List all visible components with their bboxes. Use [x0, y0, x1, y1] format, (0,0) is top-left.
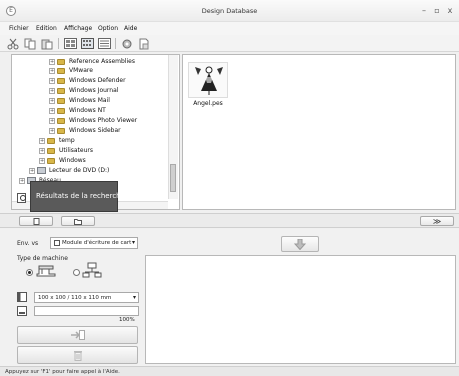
- toolbar: [0, 35, 459, 52]
- tree-item[interactable]: + Windows Mail: [49, 96, 110, 105]
- menu-bar: Fichier Edition Affichage Option Aide: [0, 22, 459, 35]
- folder-icon: [47, 157, 55, 164]
- hoop-size-select[interactable]: 100 x 100 / 110 x 110 mm ▾: [34, 292, 139, 303]
- expand-icon[interactable]: +: [49, 87, 55, 94]
- minimize-button[interactable]: –: [419, 6, 429, 16]
- tree-item[interactable]: + Utilisateurs: [39, 146, 93, 155]
- folder-icon: [57, 117, 65, 124]
- maximize-button[interactable]: ▫: [432, 6, 442, 16]
- folder-icon: [57, 77, 65, 84]
- close-button[interactable]: x: [445, 6, 455, 16]
- tree-item[interactable]: + Reference Assemblies: [49, 57, 135, 66]
- copy-icon[interactable]: [23, 37, 37, 50]
- file-name[interactable]: Angel.pes: [188, 100, 228, 107]
- expand-icon[interactable]: +: [39, 147, 45, 154]
- folder-icon: [47, 147, 55, 154]
- dvd-drive-icon: [37, 167, 46, 174]
- folder-icon: [57, 97, 65, 104]
- arrow-down-icon: [294, 238, 306, 250]
- toolbar-separator: [58, 38, 59, 49]
- cut-icon[interactable]: [6, 37, 20, 50]
- hoop-icon: [17, 292, 27, 302]
- card-icon: [33, 217, 39, 225]
- expand-icon[interactable]: +: [49, 77, 55, 84]
- card-writer-icon: [54, 240, 60, 246]
- tree-item[interactable]: + Windows Sidebar: [49, 126, 121, 135]
- properties-icon[interactable]: [120, 37, 134, 50]
- hoop-size-value: 100 x 100 / 110 x 110 mm: [38, 294, 112, 301]
- small-thumbnails-icon[interactable]: [80, 37, 94, 50]
- angel-embroidery-icon: [195, 66, 223, 95]
- module-select[interactable]: Module d'écriture de cart ▾: [50, 237, 138, 249]
- folder-icon: [47, 137, 55, 144]
- env-label: Env. vs: [17, 240, 39, 247]
- expand-icon[interactable]: +: [49, 127, 55, 134]
- machine-radio-embroidery[interactable]: [26, 269, 33, 276]
- trash-icon: [73, 351, 82, 361]
- collapse-button[interactable]: ≫: [420, 216, 454, 226]
- tree-scroll-thumb[interactable]: [170, 164, 176, 192]
- network-machine-icon[interactable]: [82, 262, 102, 279]
- tree-item[interactable]: + Windows: [39, 156, 86, 165]
- folder-open-icon: [74, 218, 82, 225]
- tooltip-text: Résultats de la recherche: [36, 192, 125, 200]
- menu-aide[interactable]: Aide: [124, 25, 137, 32]
- tree-item[interactable]: + Windows Journal: [49, 86, 118, 95]
- tree-item[interactable]: + Windows NT: [49, 106, 106, 115]
- status-text: Appuyez sur 'F1' pour faire appel à l'Ai…: [5, 369, 120, 375]
- write-to-card-icon: [70, 330, 85, 340]
- transfer-progress: [34, 306, 139, 316]
- expand-icon[interactable]: +: [49, 117, 55, 124]
- expand-icon[interactable]: +: [39, 137, 45, 144]
- title-bar: E Design Database – ▫ x: [0, 0, 459, 22]
- document-icon[interactable]: [137, 37, 151, 50]
- expand-icon[interactable]: +: [39, 157, 45, 164]
- folder-icon: [57, 67, 65, 74]
- toolbar-separator: [115, 38, 116, 49]
- delete-button[interactable]: [17, 346, 138, 364]
- menu-option[interactable]: Option: [98, 25, 118, 32]
- tree-item[interactable]: + temp: [39, 136, 75, 145]
- machine-contents-panel[interactable]: [145, 255, 456, 364]
- details-view-icon[interactable]: [97, 37, 111, 50]
- module-select-value: Module d'écriture de cart: [62, 240, 132, 246]
- progress-icon: [17, 306, 27, 316]
- expand-icon[interactable]: +: [49, 67, 55, 74]
- panel-divider: ≫: [0, 213, 459, 228]
- tree-item[interactable]: + Windows Photo Viewer: [49, 116, 137, 125]
- card-button[interactable]: [19, 216, 53, 226]
- status-bar: Appuyez sur 'F1' pour faire appel à l'Ai…: [0, 366, 459, 376]
- machine-type-label: Type de machine: [17, 255, 68, 262]
- send-down-button[interactable]: [281, 236, 319, 252]
- transfer-button[interactable]: [17, 326, 138, 344]
- large-thumbnails-icon[interactable]: [63, 37, 77, 50]
- expand-icon[interactable]: +: [49, 97, 55, 104]
- tree-item[interactable]: + Windows Defender: [49, 76, 126, 85]
- menu-affichage[interactable]: Affichage: [64, 25, 92, 32]
- file-thumbnail[interactable]: [188, 62, 228, 98]
- menu-fichier[interactable]: Fichier: [9, 25, 29, 32]
- expand-icon[interactable]: +: [29, 167, 35, 174]
- progress-value: 100%: [119, 317, 135, 323]
- embroidery-machine-icon[interactable]: [35, 264, 57, 278]
- search-results-tooltip: Résultats de la recherche: [30, 181, 125, 212]
- search-results-icon[interactable]: [17, 193, 28, 203]
- folder-icon: [57, 58, 65, 65]
- machine-radio-network[interactable]: [73, 269, 80, 276]
- folder-icon: [57, 87, 65, 94]
- expand-icon[interactable]: +: [49, 107, 55, 114]
- folder-icon: [57, 107, 65, 114]
- paste-icon[interactable]: [40, 37, 54, 50]
- menu-edition[interactable]: Edition: [36, 25, 57, 32]
- expand-icon[interactable]: +: [19, 177, 25, 184]
- folder-button[interactable]: [61, 216, 95, 226]
- chevron-down-icon: ▾: [132, 294, 136, 301]
- expand-icon[interactable]: +: [49, 58, 55, 65]
- window-title: Design Database: [201, 7, 258, 15]
- tree-item[interactable]: + VMware: [49, 66, 93, 75]
- folder-icon: [57, 127, 65, 134]
- tree-item[interactable]: + Lecteur de DVD (D:): [29, 166, 109, 175]
- chevron-down-icon: ▾: [131, 239, 135, 246]
